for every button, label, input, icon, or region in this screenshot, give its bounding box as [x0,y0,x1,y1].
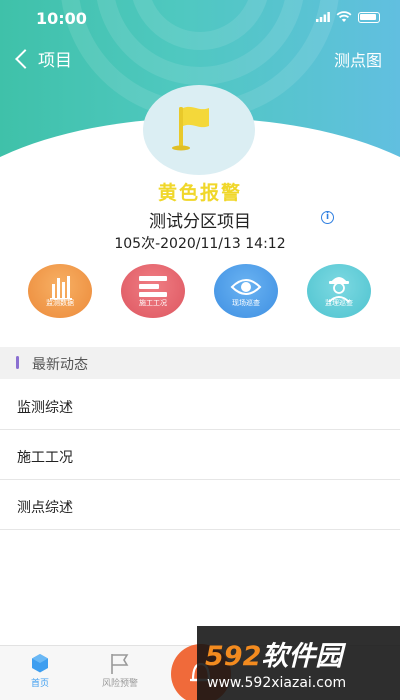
list-item-point-summary[interactable]: 测点综述 [0,481,400,530]
list-item-label: 施工工况 [17,450,73,466]
status-icons [316,11,380,23]
back-label: 项目 [38,51,72,71]
monitoring-data-button[interactable]: 监测数据 [28,264,92,318]
navbar: 项目 测点图 [0,40,400,76]
action-label: 施工工况 [139,299,167,307]
action-label: 监理巡查 [325,299,353,307]
section-header: 最新动态 [0,347,400,379]
eye-icon [230,279,262,295]
flag-icon [172,106,209,151]
site-inspection-button[interactable]: 现场巡查 [214,264,278,318]
back-button[interactable]: 项目 [14,46,72,71]
watermark: 592软件园 www.592xiazai.com [197,626,400,700]
list-item-label: 测点综述 [17,500,73,516]
watermark-url: www.592xiazai.com [207,675,347,691]
section-accent-bar [16,356,19,369]
supervision-inspection-button[interactable]: 监理巡查 [307,264,371,318]
wifi-icon [336,11,352,22]
status-bar: 10:00 [0,0,400,36]
inspector-icon [328,277,350,303]
tab-label: 风险预警 [101,679,138,689]
alert-level-label: 黄色报警 [157,182,242,204]
project-name: 测试分区项目 [149,212,251,232]
battery-icon [358,11,380,23]
measure-point-map-button[interactable]: 测点图 [334,47,382,71]
list-item-monitoring-summary[interactable]: 监测综述 [0,381,400,430]
tab-risk-warning[interactable]: 风险预警 [80,646,160,700]
construction-status-button[interactable]: 施工工况 [121,264,185,318]
list-item-label: 监测综述 [17,400,73,416]
action-label: 监测数据 [46,299,74,307]
list-item-construction-status[interactable]: 施工工况 [0,431,400,480]
list-icon [139,276,167,297]
tab-label: 首页 [30,679,49,689]
info-icon[interactable]: i [321,211,334,224]
watermark-logo: 592软件园 [205,634,342,673]
bar-chart-icon [50,276,72,300]
watermark-logo-text: 软件园 [261,641,343,672]
status-time: 10:00 [36,9,87,28]
quick-actions: 监测数据 施工工况 现场巡查 监理巡查 [0,264,400,324]
section-title: 最新动态 [32,357,88,373]
watermark-logo-number: 592 [205,641,262,672]
alert-record: 105次-2020/11/13 14:12 [114,236,286,252]
action-label: 现场巡查 [232,299,260,307]
alert-flag-badge [143,85,255,175]
tab-home[interactable]: 首页 [0,646,80,700]
signal-icon [316,12,330,22]
chevron-left-icon [15,48,35,69]
